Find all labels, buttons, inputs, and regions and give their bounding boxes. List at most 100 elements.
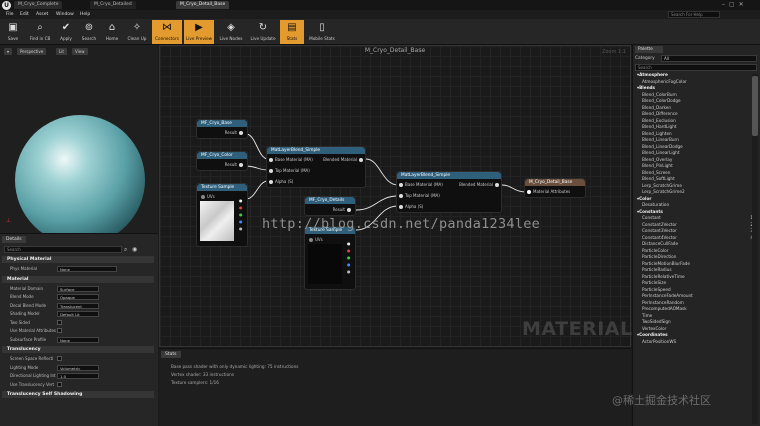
details-row: Shading Model Default Lit bbox=[2, 310, 154, 318]
palette-tab[interactable]: Palette bbox=[635, 46, 663, 53]
toolbar-button-save[interactable]: ▣ Save bbox=[2, 20, 24, 44]
details-checkbox[interactable] bbox=[57, 381, 62, 387]
menu-help[interactable]: Help bbox=[80, 10, 90, 19]
top-material-pin[interactable]: Top Material (MA) bbox=[267, 168, 310, 173]
window-controls[interactable]: –▢✕ bbox=[722, 1, 748, 8]
details-checkbox[interactable] bbox=[57, 328, 62, 333]
details-dropdown[interactable]: Surface bbox=[57, 285, 99, 292]
view-button[interactable]: View bbox=[72, 48, 88, 55]
lit-button[interactable]: Lit bbox=[56, 48, 67, 55]
toolbar-button-label: Mobile Stats bbox=[309, 36, 335, 41]
toolbar-button-connectors[interactable]: ⋈ Connectors bbox=[152, 20, 182, 44]
menu-file[interactable]: File bbox=[6, 10, 14, 19]
live-update-icon: ↻ bbox=[258, 22, 268, 33]
details-dropdown[interactable]: None bbox=[57, 266, 117, 272]
details-dropdown[interactable]: Opaque bbox=[57, 294, 99, 300]
palette-item-label: ActorPositionWS bbox=[642, 338, 677, 344]
palette-item-label: Blends bbox=[639, 85, 656, 90]
details-checkbox[interactable] bbox=[57, 319, 62, 325]
tab-m-cryo-complete[interactable]: M_Cryo_Complete bbox=[14, 1, 63, 9]
palette-search-input[interactable]: Search bbox=[635, 64, 757, 71]
details-row: Subsurface Profile None bbox=[2, 336, 154, 344]
eye-icon[interactable]: ◉ bbox=[132, 246, 137, 253]
toolbar-button-find-in-cb[interactable]: ⌕ Find in CB bbox=[26, 20, 54, 44]
pin-label: Top Material (MA) bbox=[275, 168, 310, 173]
tab-m-cryo-detail-base[interactable]: M_Cryo_Detail_Base bbox=[176, 1, 230, 9]
toolbar-button-live-preview[interactable]: ▶ Live Preview bbox=[184, 20, 214, 44]
details-dropdown[interactable]: None bbox=[57, 336, 99, 343]
toolbar-button-label: Search bbox=[81, 36, 97, 41]
result-pin[interactable]: Result bbox=[225, 130, 245, 135]
toolbar-button-home[interactable]: ⌂ Home bbox=[102, 20, 122, 44]
node-mf-cryo-base[interactable]: MF_Cryo_Base Result bbox=[196, 119, 248, 139]
node-texture-sample-1[interactable]: Texture Sample UVs ● ● ● ● ● bbox=[196, 183, 248, 247]
preview-viewport[interactable]: ▾ Perspective Lit View ⊥ bbox=[0, 45, 158, 245]
tab-m-cryo-detailed[interactable]: M_Cryo_Detailed bbox=[90, 1, 136, 9]
details-dropdown[interactable]: Translucent bbox=[57, 302, 99, 309]
stats-tab[interactable]: Stats bbox=[161, 351, 181, 358]
palette-item-label: ParticleSize bbox=[642, 280, 667, 285]
details-section-header[interactable]: Translucency Self Shadowing bbox=[2, 391, 154, 398]
toolbar-button-live-nodes[interactable]: ◈ Live Nodes bbox=[216, 20, 246, 44]
toolbar-button-live-update[interactable]: ↻ Live Update bbox=[248, 20, 278, 44]
alpha-pin[interactable]: Alpha (S) bbox=[267, 179, 293, 184]
help-search-input[interactable]: Search For Help bbox=[668, 11, 720, 18]
toolbar-button-label: Connectors bbox=[155, 36, 179, 41]
details-search-input[interactable]: Search bbox=[4, 246, 122, 253]
uvs-pin[interactable]: UVs bbox=[199, 194, 215, 199]
toolbar-button-stats[interactable]: ▤ Stats bbox=[280, 20, 304, 44]
toolbar-button-apply[interactable]: ✔ Apply bbox=[56, 20, 76, 44]
menu-window[interactable]: Window bbox=[56, 10, 74, 19]
node-matlayerblend-simple-1[interactable]: MatLayerBlend_Simple Base Material (MA) … bbox=[266, 146, 366, 188]
details-dropdown[interactable]: Volumetric NonDirectional bbox=[57, 364, 99, 377]
material-graph[interactable]: M_Cryo_Detail_Base Zoom 1:1 MF_Cryo_Base… bbox=[159, 45, 632, 347]
category-select[interactable]: All bbox=[661, 55, 757, 62]
channel-pins[interactable]: ● ● ● ● ● bbox=[239, 197, 243, 232]
details-section-header[interactable]: Translucency bbox=[2, 346, 154, 353]
palette-item-label: Constants bbox=[639, 208, 663, 214]
palette-item-label: AtmosphericFogColor bbox=[642, 78, 687, 84]
details-row: Use Translucency Vert bbox=[2, 381, 154, 389]
unreal-logo-icon[interactable]: U bbox=[2, 1, 11, 10]
toolbar-button-mobile-stats[interactable]: ▯ Mobile Stats bbox=[306, 20, 338, 44]
menu-edit[interactable]: Edit bbox=[20, 10, 29, 19]
palette-item-label: Lerp_ScratchGrime2 bbox=[642, 189, 685, 194]
node-texture-sample-2[interactable]: Texture Sample UVs ● ● ● ● ● bbox=[304, 226, 356, 290]
details-row: Material Domain Surface bbox=[2, 285, 154, 293]
blended-material-pin[interactable]: Blended Material bbox=[323, 157, 365, 162]
top-material-pin[interactable]: Top Material (MA) bbox=[397, 193, 440, 198]
details-dropdown[interactable]: Default Lit bbox=[57, 311, 99, 317]
details-tab[interactable]: Details bbox=[2, 236, 26, 243]
stats-icon: ▤ bbox=[287, 22, 297, 33]
menu-asset[interactable]: Asset bbox=[36, 10, 48, 19]
node-mf-cryo-details[interactable]: MF_Cryo_Details Result bbox=[304, 196, 356, 216]
details-dropdown[interactable]: 1.0 bbox=[57, 373, 99, 379]
result-pin[interactable]: Result bbox=[225, 162, 245, 167]
alpha-pin[interactable]: Alpha (S) bbox=[397, 204, 423, 209]
blended-material-pin[interactable]: Blended Material bbox=[459, 182, 501, 187]
node-matlayerblend-simple-2[interactable]: MatLayerBlend_Simple Base Material (MA) … bbox=[396, 171, 502, 213]
uvs-pin[interactable]: UVs bbox=[307, 237, 323, 242]
toolbar-button-label: Clean Up bbox=[127, 36, 147, 41]
base-material-pin[interactable]: Base Material (MA) bbox=[267, 157, 313, 162]
base-material-pin[interactable]: Base Material (MA) bbox=[397, 182, 443, 187]
result-pin[interactable]: Result bbox=[333, 207, 353, 212]
toolbar-button-label: Live Preview bbox=[185, 36, 213, 41]
viewport-options-icon[interactable]: ▾ bbox=[4, 48, 13, 55]
palette-list: ▾Atmosphere AtmosphericFogColor ▾Blends Ble… bbox=[635, 72, 755, 424]
node-mf-cryo-color[interactable]: MF_Cryo_Color Result bbox=[196, 151, 248, 171]
perspective-button[interactable]: Perspective bbox=[17, 48, 47, 55]
toolbar-button-search[interactable]: ⊚ Search bbox=[78, 20, 100, 44]
details-checkbox[interactable] bbox=[57, 356, 62, 361]
channel-pins[interactable]: ● ● ● ● ● bbox=[347, 240, 351, 275]
toolbar-button-clean-up[interactable]: ✧ Clean Up bbox=[124, 20, 150, 44]
palette-item-label: Constant2Vector bbox=[642, 221, 677, 227]
material-attributes-pin[interactable]: Material Attributes bbox=[525, 189, 570, 194]
magnify-icon: ⌕ bbox=[37, 22, 43, 33]
details-section-header[interactable]: Material bbox=[2, 275, 154, 283]
palette-item[interactable]: ActorPositionWS bbox=[635, 339, 753, 346]
node-material-result[interactable]: M_Cryo_Detail_Base Material Attributes bbox=[524, 178, 586, 198]
details-section-header[interactable]: Physical Material bbox=[2, 256, 154, 263]
node-title: MF_Cryo_Color bbox=[197, 152, 247, 159]
palette-scrollbar-thumb[interactable] bbox=[752, 76, 758, 136]
